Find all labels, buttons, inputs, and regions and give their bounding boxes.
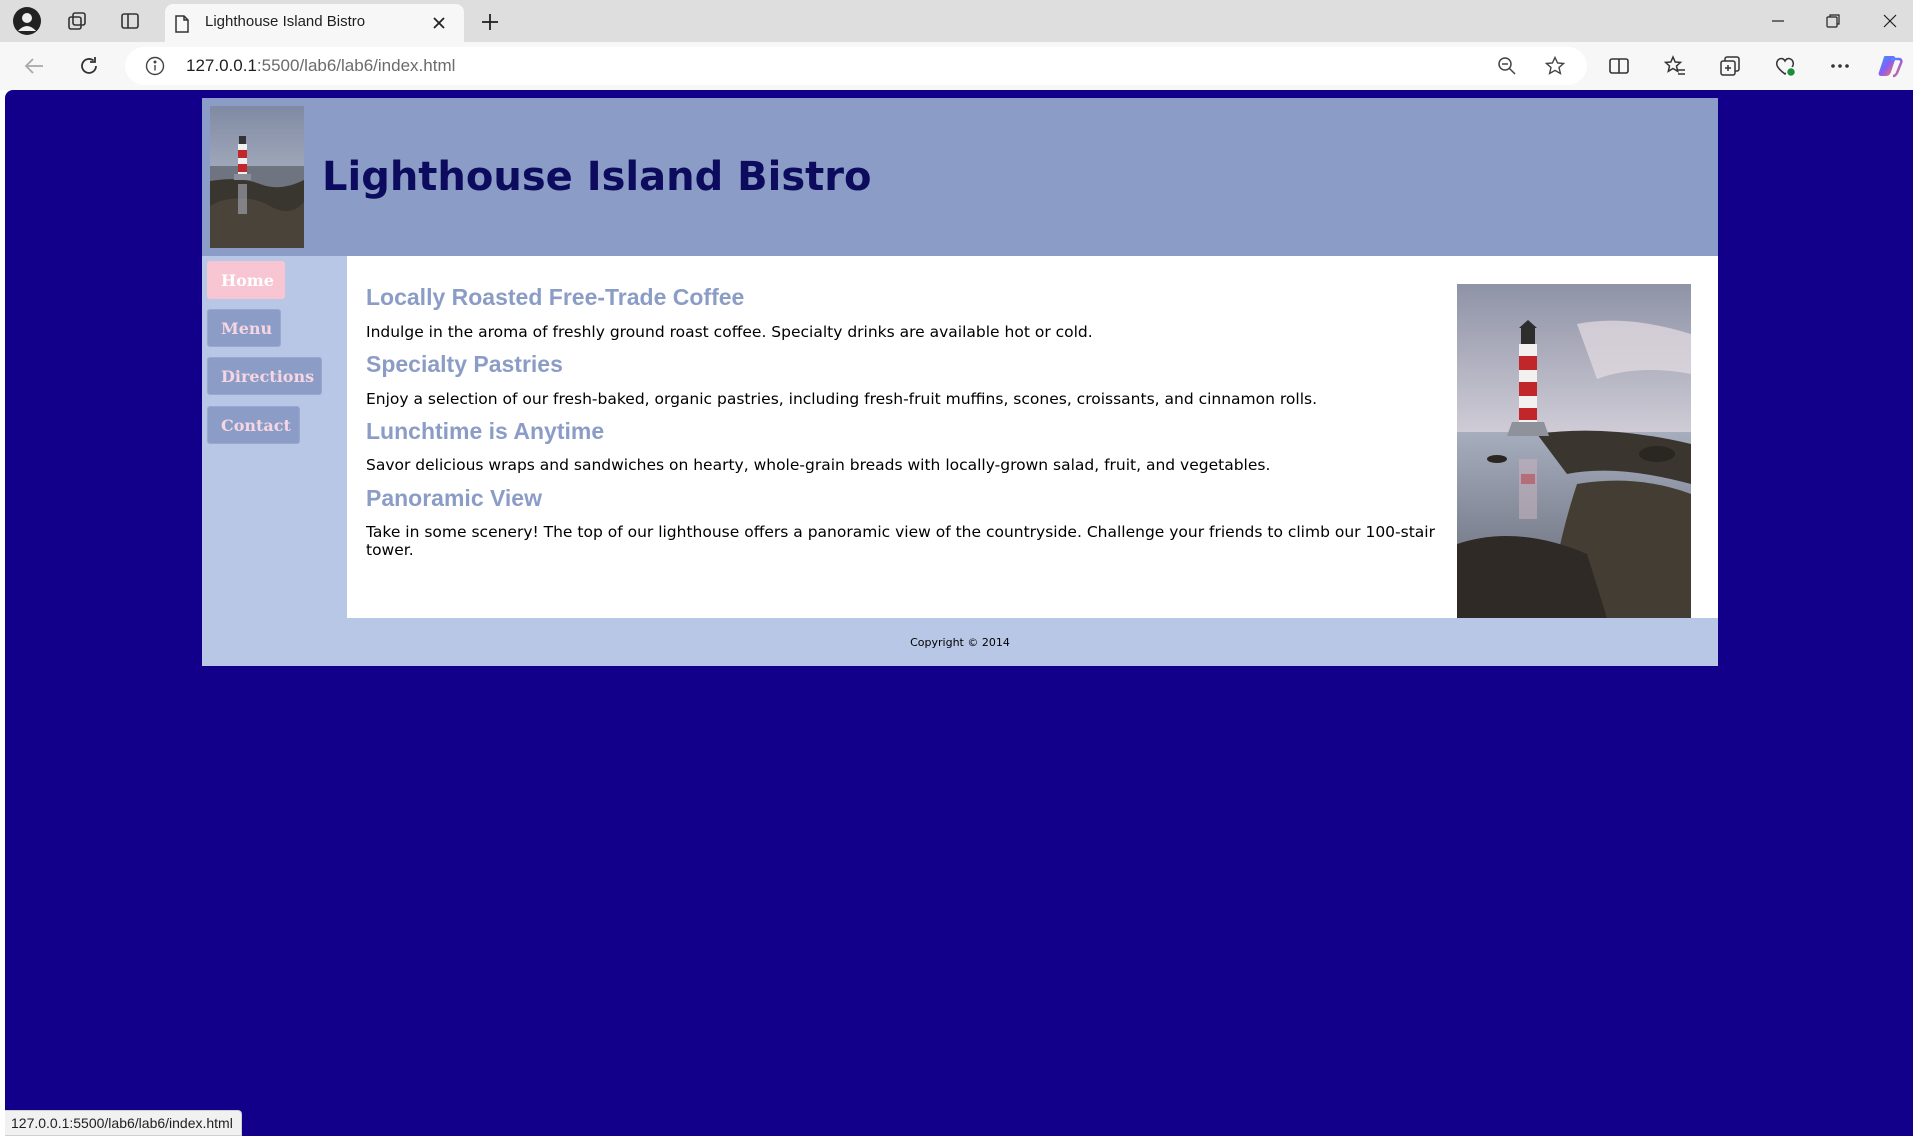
status-bar-url: 127.0.0.1:5500/lab6/lab6/index.html xyxy=(5,1110,242,1136)
site-title: Lighthouse Island Bistro xyxy=(322,154,872,200)
split-screen-icon[interactable] xyxy=(1603,50,1635,82)
refresh-icon[interactable] xyxy=(73,50,105,82)
plus-icon[interactable] xyxy=(476,8,504,36)
page-icon xyxy=(173,14,191,39)
nav-menu-link[interactable]: Menu xyxy=(207,309,281,347)
section-heading-lunch: Lunchtime is Anytime xyxy=(366,418,605,444)
section-heading-pastries: Specialty Pastries xyxy=(366,351,563,377)
site-header: Lighthouse Island Bistro xyxy=(202,98,1718,256)
section-text-view: Take in some scenery! The top of our lig… xyxy=(366,523,1435,559)
section-text-coffee: Indulge in the aroma of freshly ground r… xyxy=(366,323,1093,341)
back-icon[interactable] xyxy=(18,50,50,82)
section-heading-view: Panoramic View xyxy=(366,485,542,511)
site-footer: Copyright © 2014 xyxy=(910,635,1010,649)
browser-essentials-icon[interactable] xyxy=(1769,50,1801,82)
close-window-icon[interactable] xyxy=(1862,0,1913,42)
collections-icon[interactable] xyxy=(1714,50,1746,82)
vertical-tabs-icon[interactable] xyxy=(115,6,145,36)
copilot-icon[interactable] xyxy=(1874,50,1906,82)
url-text[interactable]: 127.0.0.1:5500/lab6/lab6/index.html xyxy=(186,56,455,76)
main-content: Locally Roasted Free-Trade Coffee Indulg… xyxy=(347,256,1718,618)
lighthouse-hero-image xyxy=(1457,284,1691,618)
zoom-out-icon[interactable] xyxy=(1493,52,1521,80)
favorites-icon[interactable] xyxy=(1659,50,1691,82)
section-heading-coffee: Locally Roasted Free-Trade Coffee xyxy=(366,284,745,310)
lighthouse-logo-image xyxy=(210,106,304,248)
site-wrapper: Lighthouse Island Bistro Home Menu Direc… xyxy=(202,98,1718,666)
active-tab[interactable]: Lighthouse Island Bistro xyxy=(165,4,464,42)
restore-icon[interactable] xyxy=(1805,0,1861,42)
nav-directions-link[interactable]: Directions xyxy=(207,357,322,395)
info-icon[interactable] xyxy=(145,56,165,81)
tab-title: Lighthouse Island Bistro xyxy=(205,13,366,30)
minimize-icon[interactable] xyxy=(1750,0,1806,42)
close-icon[interactable] xyxy=(427,11,451,35)
workspaces-icon[interactable] xyxy=(62,6,92,36)
browser-tab-bar: Lighthouse Island Bistro xyxy=(0,0,1913,42)
nav-contact-link[interactable]: Contact xyxy=(207,406,300,444)
section-text-lunch: Savor delicious wraps and sandwiches on … xyxy=(366,456,1271,474)
address-bar[interactable]: 127.0.0.1:5500/lab6/lab6/index.html xyxy=(125,47,1587,85)
more-icon[interactable] xyxy=(1824,50,1856,82)
browser-toolbar: 127.0.0.1:5500/lab6/lab6/index.html xyxy=(0,42,1913,90)
favorite-star-icon[interactable] xyxy=(1541,52,1569,80)
page-viewport: Lighthouse Island Bistro Home Menu Direc… xyxy=(5,90,1913,1136)
nav-home-link[interactable]: Home xyxy=(207,261,285,299)
section-text-pastries: Enjoy a selection of our fresh-baked, or… xyxy=(366,390,1318,408)
profile-icon[interactable] xyxy=(12,6,42,36)
